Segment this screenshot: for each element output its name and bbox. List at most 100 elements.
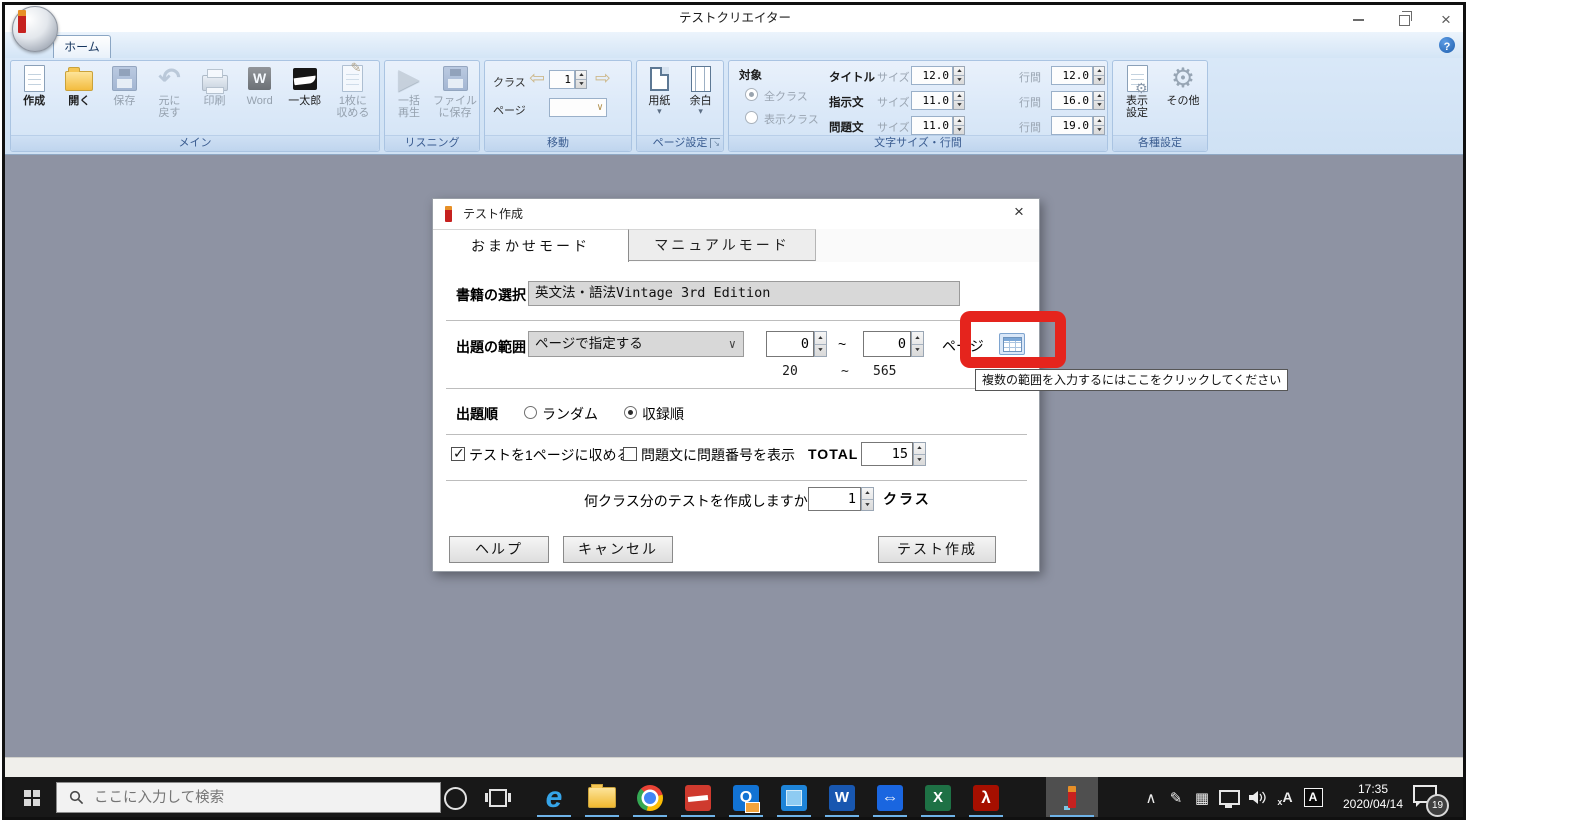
taskbar-search[interactable] <box>56 782 441 813</box>
close-button[interactable]: × <box>1433 11 1459 29</box>
display-settings-button[interactable]: ⚙ 表示 設定 <box>1115 62 1159 137</box>
class-unit-label: クラス <box>883 489 931 509</box>
page-combobox[interactable]: ∨ <box>549 98 607 117</box>
range-to-spinner[interactable] <box>911 331 924 357</box>
open-button[interactable]: 開く <box>57 62 101 137</box>
save-button[interactable]: 保存 <box>102 62 146 137</box>
start-button[interactable] <box>8 777 56 818</box>
taskbar-explorer-icon[interactable] <box>578 777 626 818</box>
help-button[interactable]: ヘルプ <box>449 536 549 563</box>
tab-manual-mode[interactable]: マニュアルモード <box>629 229 816 261</box>
notification-center-icon[interactable]: 19 <box>1413 785 1447 811</box>
fit-one-page-checkbox[interactable] <box>451 447 465 461</box>
word-export-button[interactable]: Word <box>238 62 282 137</box>
cortana-icon[interactable] <box>444 787 467 810</box>
save-audio-button[interactable]: ファイル に保存 <box>433 62 477 137</box>
task-view-icon[interactable] <box>489 789 507 807</box>
print-button[interactable]: 印刷 <box>193 62 237 137</box>
show-number-checkbox[interactable] <box>623 447 637 461</box>
instruction-size-input[interactable] <box>911 91 953 110</box>
undo-icon <box>158 62 181 95</box>
tray-speaker-icon[interactable] <box>1243 777 1271 818</box>
radio-recorded-order[interactable] <box>624 406 637 419</box>
class-number-input[interactable] <box>549 70 575 89</box>
search-input[interactable] <box>92 789 396 807</box>
clock-date: 2020/04/14 <box>1327 797 1419 812</box>
title-line-spinner[interactable] <box>1093 66 1105 85</box>
notification-badge: 19 <box>1426 794 1449 817</box>
tray-dropbox-icon[interactable]: ▦ <box>1189 777 1215 818</box>
chevron-down-icon: ∨ <box>729 332 736 356</box>
dialog-close-icon[interactable]: × <box>1009 202 1029 222</box>
taskbar-word-icon[interactable] <box>818 777 866 818</box>
tray-ime-icon[interactable]: xA <box>1271 777 1299 818</box>
play-all-button[interactable]: 一括 再生 <box>387 62 431 137</box>
chrome-icon <box>637 785 663 811</box>
search-icon <box>69 790 84 805</box>
book-select-field[interactable]: 英文法・語法Vintage 3rd Edition <box>528 281 960 306</box>
right-arrow-icon[interactable]: ⇨ <box>595 69 611 88</box>
undo-button[interactable]: 元に 戻す <box>147 62 191 137</box>
total-input[interactable] <box>861 442 913 466</box>
radio-shown-class-label: 表示クラス <box>764 111 819 127</box>
left-arrow-icon[interactable]: ⇦ <box>529 69 545 88</box>
create-test-button[interactable]: テスト作成 <box>878 536 996 563</box>
instruction-size-spinner[interactable] <box>953 91 965 110</box>
title-row-label: タイトル <box>829 69 875 85</box>
help-icon[interactable] <box>1439 37 1455 53</box>
tray-network-display-icon[interactable] <box>1215 777 1243 818</box>
other-settings-button[interactable]: その他 <box>1161 62 1205 137</box>
tray-clock[interactable]: 17:35 2020/04/14 <box>1327 782 1419 812</box>
taskbar-outlook-icon[interactable] <box>722 777 770 818</box>
total-spinner[interactable] <box>913 442 926 466</box>
margin-button[interactable]: 余白 ▾ <box>682 62 720 137</box>
running-indicator <box>969 815 1003 817</box>
restore-icon <box>1399 15 1410 26</box>
tab-home[interactable]: ホーム <box>53 35 111 58</box>
title-size-spinner[interactable] <box>953 66 965 85</box>
radio-all-classes[interactable] <box>745 88 758 101</box>
tray-chevron-icon[interactable]: ∧ <box>1139 777 1163 818</box>
ribbon-tab-row: ホーム <box>5 32 1465 58</box>
dialog-tabs: おまかせモード マニュアルモード <box>433 229 1039 262</box>
instruction-line-spinner[interactable] <box>1093 91 1105 110</box>
class-count-input[interactable] <box>808 487 861 511</box>
ichitaro-export-button[interactable]: 一太郎 <box>283 62 327 137</box>
title-line-input[interactable] <box>1051 66 1093 85</box>
class-count-spinner[interactable] <box>861 487 874 511</box>
range-from-spinner[interactable] <box>814 331 827 357</box>
class-spinner-buttons[interactable] <box>575 70 587 89</box>
question-size-spinner[interactable] <box>953 116 965 135</box>
range-mode-combobox[interactable]: ページで指定する ∨ <box>528 331 744 357</box>
taskbar-edge-icon[interactable] <box>530 777 578 818</box>
fit-one-page-button[interactable]: ✎ 1枚に 収める <box>328 62 378 137</box>
title-size-input[interactable] <box>911 66 953 85</box>
range-from-input[interactable] <box>766 331 814 357</box>
taskbar-acrobat-icon[interactable] <box>962 777 1010 818</box>
paper-button[interactable]: 用紙 ▾ <box>640 62 678 137</box>
question-line-input[interactable] <box>1051 116 1093 135</box>
taskbar-mail-photo-icon[interactable] <box>770 777 818 818</box>
tray-pen-icon[interactable]: ✎ <box>1163 777 1189 818</box>
restore-button[interactable] <box>1391 11 1417 29</box>
tray-atok-icon[interactable]: A <box>1299 777 1327 818</box>
range-to-input[interactable] <box>863 331 911 357</box>
radio-shown-class[interactable] <box>745 111 758 124</box>
windows-logo-icon <box>24 790 40 806</box>
taskbar-excel-icon[interactable] <box>914 777 962 818</box>
question-line-spinner[interactable] <box>1093 116 1105 135</box>
taskbar-teamviewer-icon[interactable] <box>866 777 914 818</box>
radio-random[interactable] <box>524 406 537 419</box>
taskbar-red-app-icon[interactable] <box>674 777 722 818</box>
question-size-input[interactable] <box>911 116 953 135</box>
instruction-line-input[interactable] <box>1051 91 1093 110</box>
cancel-button[interactable]: キャンセル <box>563 536 673 563</box>
ichitaro-icon <box>293 68 317 90</box>
minimize-button[interactable] <box>1345 11 1371 29</box>
dialog-launcher-icon[interactable] <box>710 138 720 148</box>
tab-omakase-mode[interactable]: おまかせモード <box>433 229 629 262</box>
taskbar-chrome-icon[interactable] <box>626 777 674 818</box>
create-button[interactable]: 作成 <box>12 62 56 137</box>
acrobat-icon <box>973 785 999 811</box>
taskbar-testcreator-icon[interactable] <box>1046 777 1098 818</box>
